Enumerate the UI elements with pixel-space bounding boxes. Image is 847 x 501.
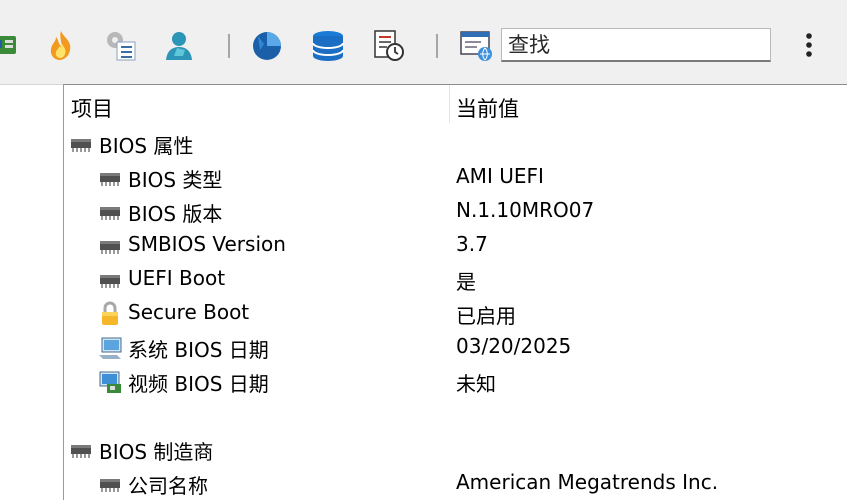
table-row[interactable]: 公司名称 American Megatrends Inc. (64, 467, 847, 501)
table-row[interactable]: 系统 BIOS 日期 03/20/2025 (64, 331, 847, 365)
navigation-tree-pane[interactable] (0, 84, 64, 501)
computer-icon (97, 335, 123, 361)
row-value: 是 (456, 270, 476, 294)
chip-icon (97, 165, 123, 191)
row-field-name: 视频 BIOS 日期 (128, 372, 269, 396)
table-row[interactable]: BIOS 版本 N.1.10MRO07 (64, 195, 847, 229)
overclock-flame-icon[interactable] (44, 28, 78, 62)
column-header-value[interactable]: 当前值 (456, 93, 519, 123)
table-row[interactable]: BIOS 类型 AMI UEFI (64, 161, 847, 195)
lock-icon (97, 301, 123, 327)
chip-icon (68, 437, 94, 463)
row-value: 3.7 (456, 232, 488, 256)
chip-icon (97, 471, 123, 497)
user-account-icon[interactable] (163, 28, 197, 62)
more-vertical-icon (806, 33, 812, 57)
display-card-icon (97, 369, 123, 395)
toolbar-separator (436, 34, 438, 58)
row-value: 未知 (456, 372, 496, 396)
details-table: 项目 当前值 BIOS 属性 BIOS 类型 AMI UEFI BIOS 版本 N.1.… (64, 84, 847, 501)
row-field-name: BIOS 属性 (99, 134, 194, 158)
row-field-name: BIOS 制造商 (99, 440, 214, 464)
schedule-report-icon[interactable] (371, 28, 405, 62)
database-icon[interactable] (311, 28, 345, 62)
row-field-name: UEFI Boot (128, 266, 226, 290)
row-field-name: 公司名称 (128, 474, 208, 498)
row-field-name: SMBIOS Version (128, 232, 286, 256)
motherboard-icon[interactable] (0, 28, 20, 62)
search-input[interactable] (501, 28, 771, 62)
table-row[interactable]: SMBIOS Version 3.7 (64, 229, 847, 263)
row-value: AMI UEFI (456, 164, 544, 188)
disk-pie-icon[interactable] (250, 28, 284, 62)
row-value: 03/20/2025 (456, 334, 572, 358)
table-row[interactable]: UEFI Boot 是 (64, 263, 847, 297)
chip-icon (97, 233, 123, 259)
row-value: N.1.10MRO07 (456, 198, 595, 222)
column-resize-handle[interactable] (449, 85, 450, 123)
toolbar (0, 0, 847, 84)
table-row[interactable]: Secure Boot 已启用 (64, 297, 847, 331)
chip-icon (97, 267, 123, 293)
chip-icon (97, 199, 123, 225)
row-value: American Megatrends Inc. (456, 470, 719, 494)
chip-icon (68, 131, 94, 157)
table-row[interactable]: BIOS 制造商 (64, 433, 847, 467)
table-row[interactable]: BIOS 属性 (64, 127, 847, 161)
row-field-name: Secure Boot (128, 300, 250, 324)
column-header-field[interactable]: 项目 (71, 93, 113, 123)
row-value: 已启用 (456, 304, 516, 328)
toolbar-separator (228, 34, 230, 58)
more-options-button[interactable] (796, 28, 822, 62)
table-header: 项目 当前值 (64, 85, 847, 127)
row-field-name: 系统 BIOS 日期 (128, 338, 269, 362)
network-monitor-icon[interactable] (459, 28, 493, 62)
settings-checklist-icon[interactable] (103, 28, 137, 62)
row-field-name: BIOS 版本 (128, 202, 223, 226)
row-field-name: BIOS 类型 (128, 168, 223, 192)
table-row[interactable]: 视频 BIOS 日期 未知 (64, 365, 847, 399)
